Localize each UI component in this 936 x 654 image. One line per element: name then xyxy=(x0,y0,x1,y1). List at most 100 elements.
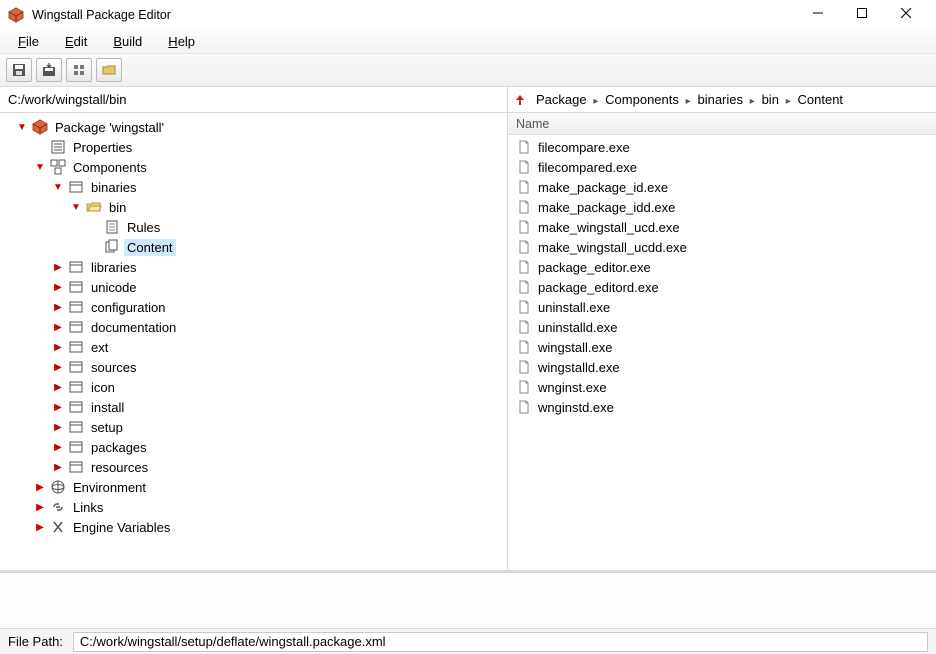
tree-node-label[interactable]: Engine Variables xyxy=(70,519,173,536)
chevron-right-icon[interactable]: ▶ xyxy=(52,462,64,473)
menu-help[interactable]: Help xyxy=(158,32,205,51)
chevron-right-icon[interactable]: ▶ xyxy=(52,382,64,393)
tree-node-label[interactable]: icon xyxy=(88,379,118,396)
file-icon xyxy=(516,179,532,195)
tree-node[interactable]: ▶ resources xyxy=(4,457,507,477)
maximize-button[interactable] xyxy=(840,0,884,28)
minimize-button[interactable] xyxy=(796,0,840,28)
tree-node[interactable]: ▶ libraries xyxy=(4,257,507,277)
tree-node[interactable]: ▼ Components xyxy=(4,157,507,177)
toolbar-save-button[interactable] xyxy=(6,58,32,82)
file-row[interactable]: wingstall.exe xyxy=(508,337,936,357)
chevron-right-icon[interactable]: ▶ xyxy=(52,362,64,373)
chevron-right-icon[interactable]: ▶ xyxy=(52,342,64,353)
tree-node[interactable]: ▼ binaries xyxy=(4,177,507,197)
menu-build[interactable]: Build xyxy=(103,32,152,51)
file-row[interactable]: wnginst.exe xyxy=(508,377,936,397)
tree-node-label[interactable]: Properties xyxy=(70,139,135,156)
tree-node-label[interactable]: configuration xyxy=(88,299,168,316)
file-icon xyxy=(516,359,532,375)
chevron-right-icon[interactable]: ▶ xyxy=(34,522,46,533)
breadcrumb-item[interactable]: binaries xyxy=(697,92,743,107)
chevron-right-icon[interactable]: ▶ xyxy=(34,502,46,513)
file-row[interactable]: uninstalld.exe xyxy=(508,317,936,337)
menu-edit[interactable]: Edit xyxy=(55,32,97,51)
tree-node-label[interactable]: ext xyxy=(88,339,111,356)
tree-node-label[interactable]: bin xyxy=(106,199,129,216)
tree-node[interactable]: ▶ packages xyxy=(4,437,507,457)
tree-node[interactable]: ▶ Environment xyxy=(4,477,507,497)
tree-node[interactable]: ▶Rules xyxy=(4,217,507,237)
file-row[interactable]: wingstalld.exe xyxy=(508,357,936,377)
file-row[interactable]: uninstall.exe xyxy=(508,297,936,317)
chevron-down-icon[interactable]: ▼ xyxy=(70,202,82,213)
tree-node-label[interactable]: documentation xyxy=(88,319,179,336)
chevron-down-icon[interactable]: ▼ xyxy=(34,162,46,173)
tree-node[interactable]: ▶ sources xyxy=(4,357,507,377)
file-row[interactable]: wnginstd.exe xyxy=(508,397,936,417)
tree-node[interactable]: ▼ Package 'wingstall' xyxy=(4,117,507,137)
chevron-right-icon[interactable]: ▶ xyxy=(34,482,46,493)
tree-pane[interactable]: ▼Package 'wingstall'▶Properties▼Componen… xyxy=(0,113,508,570)
chevron-right-icon[interactable]: ▶ xyxy=(52,402,64,413)
up-arrow-icon[interactable] xyxy=(514,94,526,106)
file-row[interactable]: make_package_id.exe xyxy=(508,177,936,197)
breadcrumb-item[interactable]: Package xyxy=(536,92,587,107)
tree-node-label[interactable]: Environment xyxy=(70,479,149,496)
tree-node-label[interactable]: sources xyxy=(88,359,140,376)
content-pane: Name filecompare.exefilecompared.exemake… xyxy=(508,113,936,570)
breadcrumb-item[interactable]: Content xyxy=(798,92,844,107)
file-row[interactable]: make_package_idd.exe xyxy=(508,197,936,217)
menu-file[interactable]: File xyxy=(8,32,49,51)
tree-node[interactable]: ▼ bin xyxy=(4,197,507,217)
tree-node[interactable]: ▶ install xyxy=(4,397,507,417)
chevron-right-icon[interactable]: ▶ xyxy=(52,302,64,313)
breadcrumb-item[interactable]: Components xyxy=(605,92,679,107)
tree-node-label[interactable]: Package 'wingstall' xyxy=(52,119,167,136)
chevron-right-icon[interactable]: ▶ xyxy=(52,282,64,293)
list-header[interactable]: Name xyxy=(508,113,936,135)
close-button[interactable] xyxy=(884,0,928,28)
chevron-right-icon[interactable]: ▶ xyxy=(52,262,64,273)
tree-node[interactable]: ▶ icon xyxy=(4,377,507,397)
tree-node[interactable]: ▶ setup xyxy=(4,417,507,437)
tree-node[interactable]: ▶ unicode xyxy=(4,277,507,297)
chevron-down-icon[interactable]: ▼ xyxy=(52,182,64,193)
tree-node-label[interactable]: Rules xyxy=(124,219,163,236)
toolbar-open-button[interactable] xyxy=(96,58,122,82)
tree-node-label[interactable]: Content xyxy=(124,239,176,256)
file-row[interactable]: filecompare.exe xyxy=(508,137,936,157)
toolbar-saveas-button[interactable] xyxy=(36,58,62,82)
file-row[interactable]: package_editor.exe xyxy=(508,257,936,277)
tree-node[interactable]: ▶ configuration xyxy=(4,297,507,317)
tree-node-label[interactable]: Components xyxy=(70,159,150,176)
tree-node-label[interactable]: binaries xyxy=(88,179,140,196)
component-icon xyxy=(50,159,66,175)
file-list[interactable]: filecompare.exefilecompared.exemake_pack… xyxy=(508,135,936,570)
tree-node[interactable]: ▶ documentation xyxy=(4,317,507,337)
chevron-right-icon[interactable]: ▶ xyxy=(52,322,64,333)
tree-node-label[interactable]: setup xyxy=(88,419,126,436)
file-row[interactable]: make_wingstall_ucd.exe xyxy=(508,217,936,237)
tree-node[interactable]: ▶ ext xyxy=(4,337,507,357)
tree-node[interactable]: ▶ Links xyxy=(4,497,507,517)
file-row[interactable]: package_editord.exe xyxy=(508,277,936,297)
column-name-header[interactable]: Name xyxy=(516,117,549,131)
file-row[interactable]: filecompared.exe xyxy=(508,157,936,177)
tree-node-label[interactable]: resources xyxy=(88,459,151,476)
tree-node[interactable]: ▶Content xyxy=(4,237,507,257)
tree-node-label[interactable]: Links xyxy=(70,499,106,516)
tree-node-label[interactable]: libraries xyxy=(88,259,140,276)
tree-node-label[interactable]: unicode xyxy=(88,279,140,296)
file-row[interactable]: make_wingstall_ucdd.exe xyxy=(508,237,936,257)
tree-node[interactable]: ▶Properties xyxy=(4,137,507,157)
tree-node-label[interactable]: packages xyxy=(88,439,150,456)
toolbar-build-button[interactable] xyxy=(66,58,92,82)
chevron-right-icon[interactable]: ▶ xyxy=(52,442,64,453)
file-icon xyxy=(516,319,532,335)
breadcrumb-item[interactable]: bin xyxy=(762,92,779,107)
tree-node-label[interactable]: install xyxy=(88,399,127,416)
chevron-down-icon[interactable]: ▼ xyxy=(16,122,28,133)
chevron-right-icon[interactable]: ▶ xyxy=(52,422,64,433)
tree-node[interactable]: ▶ Engine Variables xyxy=(4,517,507,537)
